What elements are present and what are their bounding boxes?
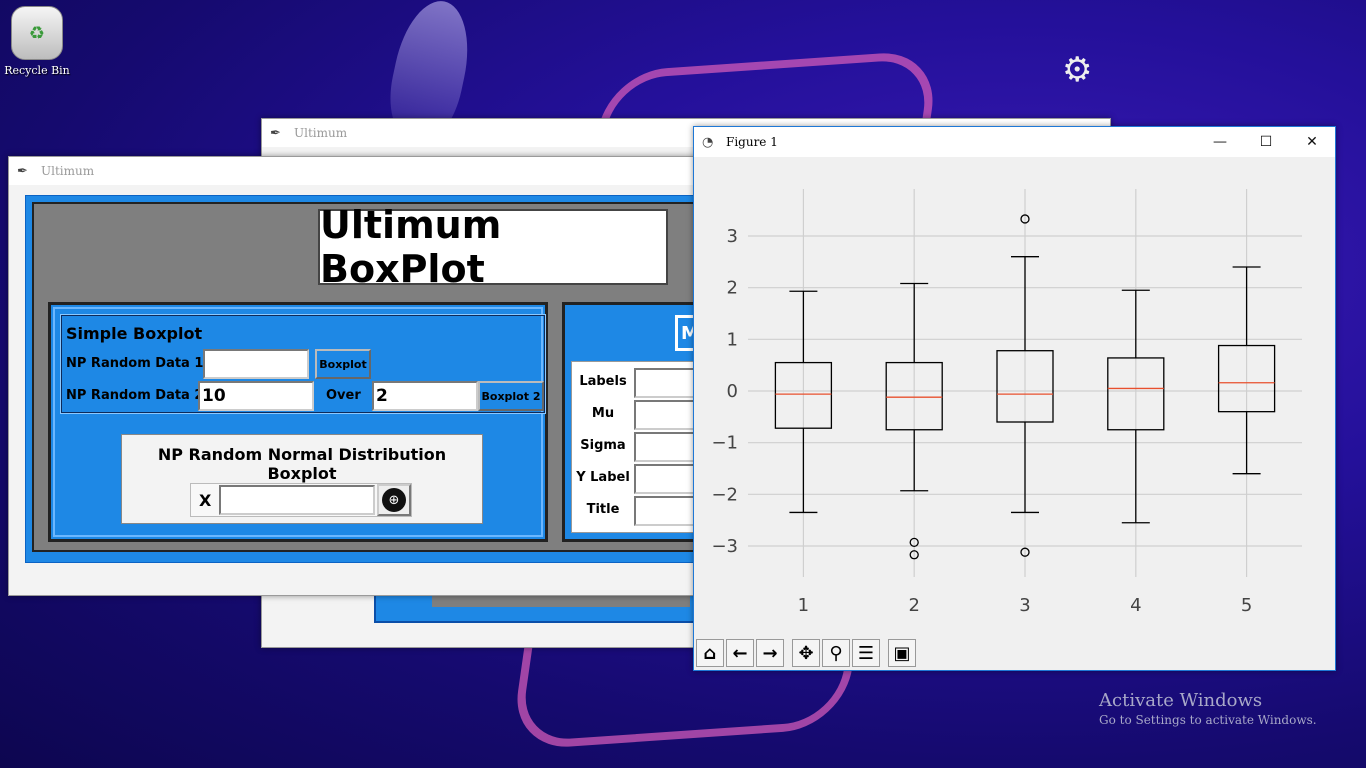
window-title: Ultimum xyxy=(41,164,95,178)
x-tick-label: 4 xyxy=(1130,595,1141,616)
figure-toolbar: ⌂ ← → ✥ ⚲ ☰ ▣ xyxy=(696,637,918,669)
boxplot2-button[interactable]: Boxplot 2 xyxy=(478,381,544,411)
x-tick-label: 2 xyxy=(908,595,919,616)
x-tick-label: 3 xyxy=(1019,595,1030,616)
syringe-icon: ⊕ xyxy=(382,488,406,512)
over-label: Over xyxy=(326,388,361,403)
boxplot-button[interactable]: Boxplot xyxy=(315,349,371,379)
labels-label: Labels xyxy=(579,374,627,389)
left-inner-frame: Simple Boxplot NP Random Data 1 Boxplot … xyxy=(53,307,546,537)
y-tick-label: −2 xyxy=(711,484,738,505)
titlebar[interactable]: ◔ Figure 1 — ☐ ✕ xyxy=(694,127,1335,157)
window-title: Figure 1 xyxy=(726,135,778,149)
titlebar[interactable]: ✒ Ultimum xyxy=(9,157,699,185)
mu-label: Mu xyxy=(591,406,615,421)
x-row: X ⊕ xyxy=(190,483,412,517)
x-input[interactable] xyxy=(219,485,375,515)
app-heading: Ultimum BoxPlot xyxy=(318,203,668,291)
x-tick-label: 1 xyxy=(798,595,809,616)
parameter-form: Labels Mu Sigma Y Label Title xyxy=(571,361,714,533)
ylabel-label: Y Label xyxy=(576,470,630,485)
boxplot-chart: −3 −2 −1 0 1 2 3 1 2 3 4 5 xyxy=(711,189,1302,616)
window-title: Ultimum xyxy=(294,126,348,140)
simple-boxplot-section: Simple Boxplot NP Random Data 1 Boxplot … xyxy=(60,314,546,414)
grey-panel: Ultimum BoxPlot Simple Boxplot NP Random… xyxy=(32,202,714,552)
over-input[interactable]: 2 xyxy=(372,381,478,411)
section-title: NP Random Normal Distribution Boxplot xyxy=(157,445,447,483)
close-button[interactable]: ✕ xyxy=(1289,127,1335,157)
save-icon[interactable]: ▣ xyxy=(888,639,916,667)
left-frame: Simple Boxplot NP Random Data 1 Boxplot … xyxy=(48,302,548,542)
home-icon[interactable]: ⌂ xyxy=(696,639,724,667)
y-tick-label: 1 xyxy=(727,329,738,350)
x-label: X xyxy=(199,491,212,510)
sigma-label: Sigma xyxy=(580,438,626,453)
zoom-icon[interactable]: ⚲ xyxy=(822,639,850,667)
pan-icon[interactable]: ✥ xyxy=(792,639,820,667)
y-tick-label: −3 xyxy=(711,536,738,557)
y-tick-label: 2 xyxy=(727,278,738,299)
right-frame: M Labels Mu Sigma Y Label Title xyxy=(562,302,714,542)
activate-subtitle: Go to Settings to activate Windows. xyxy=(1099,713,1317,727)
activate-windows-watermark: Activate Windows Go to Settings to activ… xyxy=(1099,690,1317,727)
section-title: Simple Boxplot xyxy=(66,324,203,343)
feather-icon: ✒ xyxy=(17,163,28,179)
minimize-button[interactable]: — xyxy=(1197,127,1243,157)
y-tick-label: 3 xyxy=(727,226,738,247)
np-random-data2-label: NP Random Data 2 xyxy=(66,388,204,403)
np-random-data1-input[interactable] xyxy=(203,349,309,379)
recycle-bin-shortcut[interactable]: ♻ Recycle Bin xyxy=(4,6,70,77)
y-tick-label: 0 xyxy=(727,381,738,402)
gear-cursor-icon: ⚙ xyxy=(1062,50,1093,90)
np-random-data2-input[interactable]: 10 xyxy=(198,381,314,411)
recycle-bin-label: Recycle Bin xyxy=(4,64,70,77)
np-random-data1-label: NP Random Data 1 xyxy=(66,356,204,371)
title-label: Title xyxy=(586,502,620,517)
maximize-button[interactable]: ☐ xyxy=(1243,127,1289,157)
main-frame: Ultimum BoxPlot Simple Boxplot NP Random… xyxy=(25,195,714,563)
x-tick-label: 5 xyxy=(1241,595,1252,616)
ultimum-window[interactable]: ✒ Ultimum Ultimum BoxPlot Simple Boxplot… xyxy=(8,156,714,596)
back-icon[interactable]: ← xyxy=(726,639,754,667)
activate-title: Activate Windows xyxy=(1099,690,1263,711)
forward-icon[interactable]: → xyxy=(756,639,784,667)
y-tick-label: −1 xyxy=(711,433,738,454)
plot-button[interactable]: ⊕ xyxy=(377,484,411,516)
recycle-bin-icon: ♻ xyxy=(11,6,63,60)
matplotlib-icon: ◔ xyxy=(702,134,714,150)
normal-distribution-section: NP Random Normal Distribution Boxplot X … xyxy=(121,434,483,524)
feather-icon: ✒ xyxy=(270,125,281,141)
figure-window[interactable]: ◔ Figure 1 — ☐ ✕ −3 −2 −1 0 1 2 3 1 2 3 4 5 ⌂ ← → ✥… xyxy=(693,126,1336,671)
configure-icon[interactable]: ☰ xyxy=(852,639,880,667)
